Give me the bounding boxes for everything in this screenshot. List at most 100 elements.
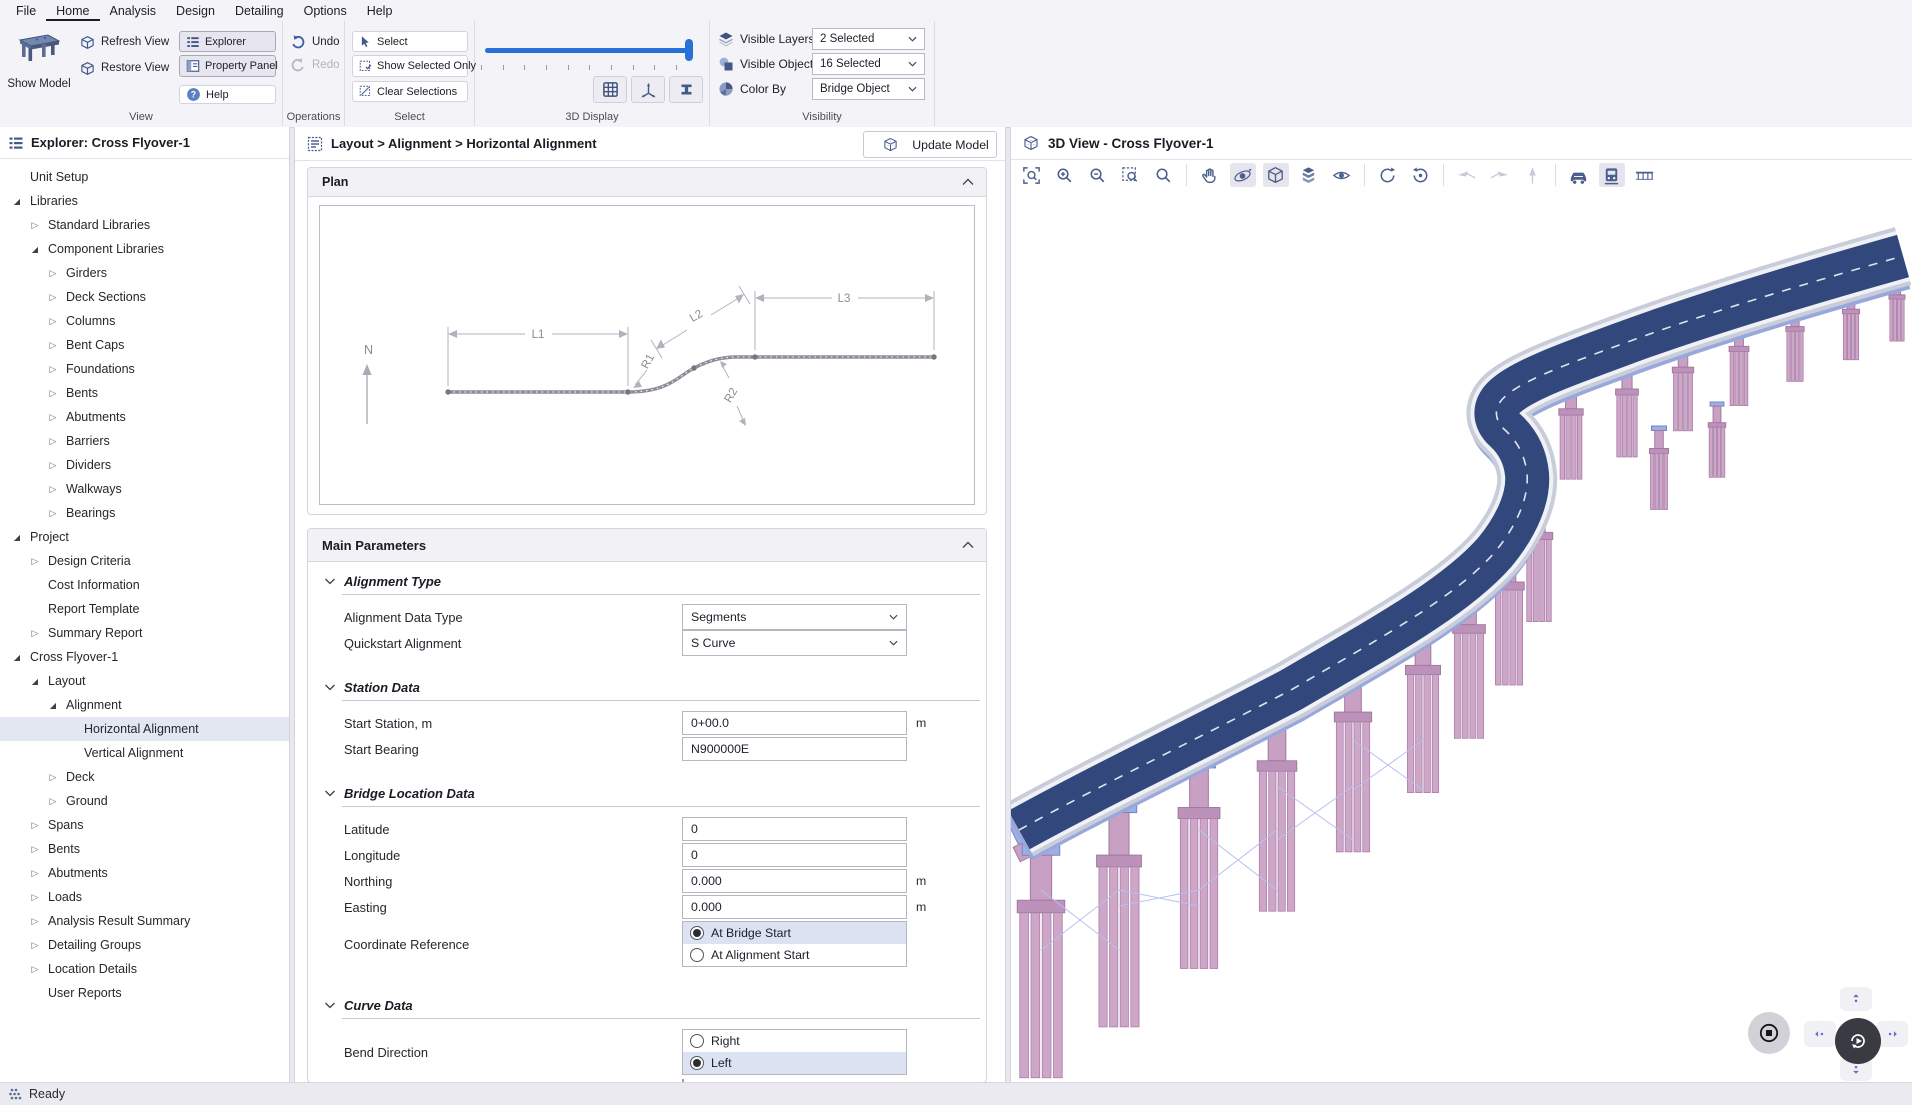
property-panel-toggle-button[interactable]: Property Panel (179, 55, 276, 77)
input-start-station-m[interactable] (682, 711, 907, 735)
tree-item-girders[interactable]: ▷Girders (0, 261, 289, 285)
tree-expanded-icon[interactable]: ◢ (10, 197, 24, 206)
tree-item-bent-caps[interactable]: ▷Bent Caps (0, 333, 289, 357)
select-tool-button[interactable]: Select (352, 31, 468, 52)
bridge-elevation-button[interactable] (1632, 163, 1658, 187)
pan-up-button[interactable] (1840, 987, 1872, 1011)
color-by-dropdown[interactable]: Bridge Object (812, 78, 925, 100)
solid-objects-button[interactable] (1296, 163, 1322, 187)
input-northing[interactable] (682, 869, 907, 893)
tree-item-walkways[interactable]: ▷Walkways (0, 477, 289, 501)
tree-collapsed-icon[interactable]: ▷ (46, 460, 60, 471)
tree-item-cross-flyover-1[interactable]: ◢Cross Flyover-1 (0, 645, 289, 669)
tree-collapsed-icon[interactable]: ▷ (28, 844, 42, 855)
tree-collapsed-icon[interactable]: ▷ (28, 868, 42, 879)
tree-expanded-icon[interactable]: ◢ (46, 701, 60, 710)
tree-collapsed-icon[interactable]: ▷ (46, 316, 60, 327)
refresh-view-button[interactable]: Refresh View (80, 32, 169, 52)
tree-collapsed-icon[interactable]: ▷ (46, 772, 60, 783)
tree-item-location-details[interactable]: ▷Location Details (0, 957, 289, 981)
orbit-mode-button[interactable] (1835, 1018, 1881, 1064)
tree-item-abutments[interactable]: ▷Abutments (0, 405, 289, 429)
tree-item-abutments[interactable]: ▷Abutments (0, 861, 289, 885)
visibility-eye-button[interactable] (1329, 163, 1355, 187)
tree-collapsed-icon[interactable]: ▷ (46, 436, 60, 447)
tree-item-vertical-alignment[interactable]: Vertical Alignment (0, 741, 289, 765)
section-header-curve-data[interactable]: Curve Data (308, 996, 986, 1014)
show-selected-only-button[interactable]: Show Selected Only (352, 55, 468, 77)
zoom-window-button[interactable] (1118, 163, 1144, 187)
menu-options[interactable]: Options (294, 2, 357, 21)
tree-collapsed-icon[interactable]: ▷ (46, 340, 60, 351)
display-detail-slider[interactable] (485, 39, 693, 61)
radio-left[interactable]: Left (683, 1052, 906, 1074)
tree-item-report-template[interactable]: Report Template (0, 597, 289, 621)
tree-expanded-icon[interactable]: ◢ (10, 533, 24, 542)
slider-handle[interactable] (685, 39, 693, 61)
menu-home[interactable]: Home (46, 2, 99, 21)
section-header-station-data[interactable]: Station Data (308, 678, 986, 696)
menu-analysis[interactable]: Analysis (100, 2, 167, 21)
tree-item-analysis-result-summary[interactable]: ▷Analysis Result Summary (0, 909, 289, 933)
collapse-up-icon[interactable] (962, 179, 974, 186)
section-header-bridge-location-data[interactable]: Bridge Location Data (308, 784, 986, 802)
clear-selections-button[interactable]: Clear Selections (352, 81, 468, 102)
tree-collapsed-icon[interactable]: ▷ (28, 940, 42, 951)
tree-collapsed-icon[interactable]: ▷ (28, 892, 42, 903)
extruded-section-button[interactable] (669, 76, 703, 103)
tree-item-design-criteria[interactable]: ▷Design Criteria (0, 549, 289, 573)
tree-item-barriers[interactable]: ▷Barriers (0, 429, 289, 453)
tree-collapsed-icon[interactable]: ▷ (46, 796, 60, 807)
tree-collapsed-icon[interactable]: ▷ (46, 508, 60, 519)
zoom-cursor-button[interactable] (1151, 163, 1177, 187)
tree-item-project[interactable]: ◢Project (0, 525, 289, 549)
tree-item-libraries[interactable]: ◢Libraries (0, 189, 289, 213)
menu-file[interactable]: File (6, 2, 46, 21)
tree-collapsed-icon[interactable]: ▷ (46, 412, 60, 423)
tree-expanded-icon[interactable]: ◢ (28, 245, 42, 254)
menu-design[interactable]: Design (166, 2, 225, 21)
menu-detailing[interactable]: Detailing (225, 2, 294, 21)
tree-item-component-libraries[interactable]: ◢Component Libraries (0, 237, 289, 261)
undo-button[interactable]: Undo (290, 32, 340, 52)
grid-display-button[interactable] (593, 76, 627, 103)
tree-item-spans[interactable]: ▷Spans (0, 813, 289, 837)
tree-collapsed-icon[interactable]: ▷ (28, 556, 42, 567)
tree-collapsed-icon[interactable]: ▷ (28, 820, 42, 831)
redo-button[interactable]: Redo (290, 55, 340, 75)
tree-item-detailing-groups[interactable]: ▷Detailing Groups (0, 933, 289, 957)
slider-track[interactable] (485, 48, 687, 53)
section-header-alignment-type[interactable]: Alignment Type (308, 572, 986, 590)
tree-item-deck[interactable]: ▷Deck (0, 765, 289, 789)
radio-at-alignment-start[interactable]: At Alignment Start (683, 944, 906, 966)
orbit-button[interactable] (1230, 163, 1256, 187)
rotate-ccw-button[interactable] (1408, 163, 1434, 187)
tree-item-loads[interactable]: ▷Loads (0, 885, 289, 909)
view-cube-button[interactable] (1263, 163, 1289, 187)
input-start-bearing[interactable] (682, 737, 907, 761)
rotate-cw-button[interactable] (1375, 163, 1401, 187)
record-walkthrough-button[interactable] (1748, 1012, 1790, 1054)
tree-item-bearings[interactable]: ▷Bearings (0, 501, 289, 525)
input-easting[interactable] (682, 895, 907, 919)
tree-item-bents[interactable]: ▷Bents (0, 837, 289, 861)
plan-card-header[interactable]: Plan (308, 168, 986, 197)
axes-display-button[interactable] (631, 76, 665, 103)
tree-item-cost-information[interactable]: Cost Information (0, 573, 289, 597)
drive-train-button[interactable] (1599, 163, 1625, 187)
drive-car-button[interactable] (1566, 163, 1592, 187)
tree-collapsed-icon[interactable]: ▷ (28, 628, 42, 639)
tree-collapsed-icon[interactable]: ▷ (46, 292, 60, 303)
tree-item-dividers[interactable]: ▷Dividers (0, 453, 289, 477)
tree-item-horizontal-alignment[interactable]: Horizontal Alignment (0, 717, 289, 741)
tree-collapsed-icon[interactable]: ▷ (46, 268, 60, 279)
visible-layers-dropdown[interactable]: 2 Selected (812, 28, 925, 50)
tree-item-summary-report[interactable]: ▷Summary Report (0, 621, 289, 645)
explorer-toggle-button[interactable]: Explorer (179, 31, 276, 52)
tree-collapsed-icon[interactable]: ▷ (46, 364, 60, 375)
tree-expanded-icon[interactable]: ◢ (10, 653, 24, 662)
menu-help[interactable]: Help (357, 2, 403, 21)
tree-collapsed-icon[interactable]: ▷ (46, 388, 60, 399)
tree-item-standard-libraries[interactable]: ▷Standard Libraries (0, 213, 289, 237)
zoom-in-button[interactable] (1052, 163, 1078, 187)
